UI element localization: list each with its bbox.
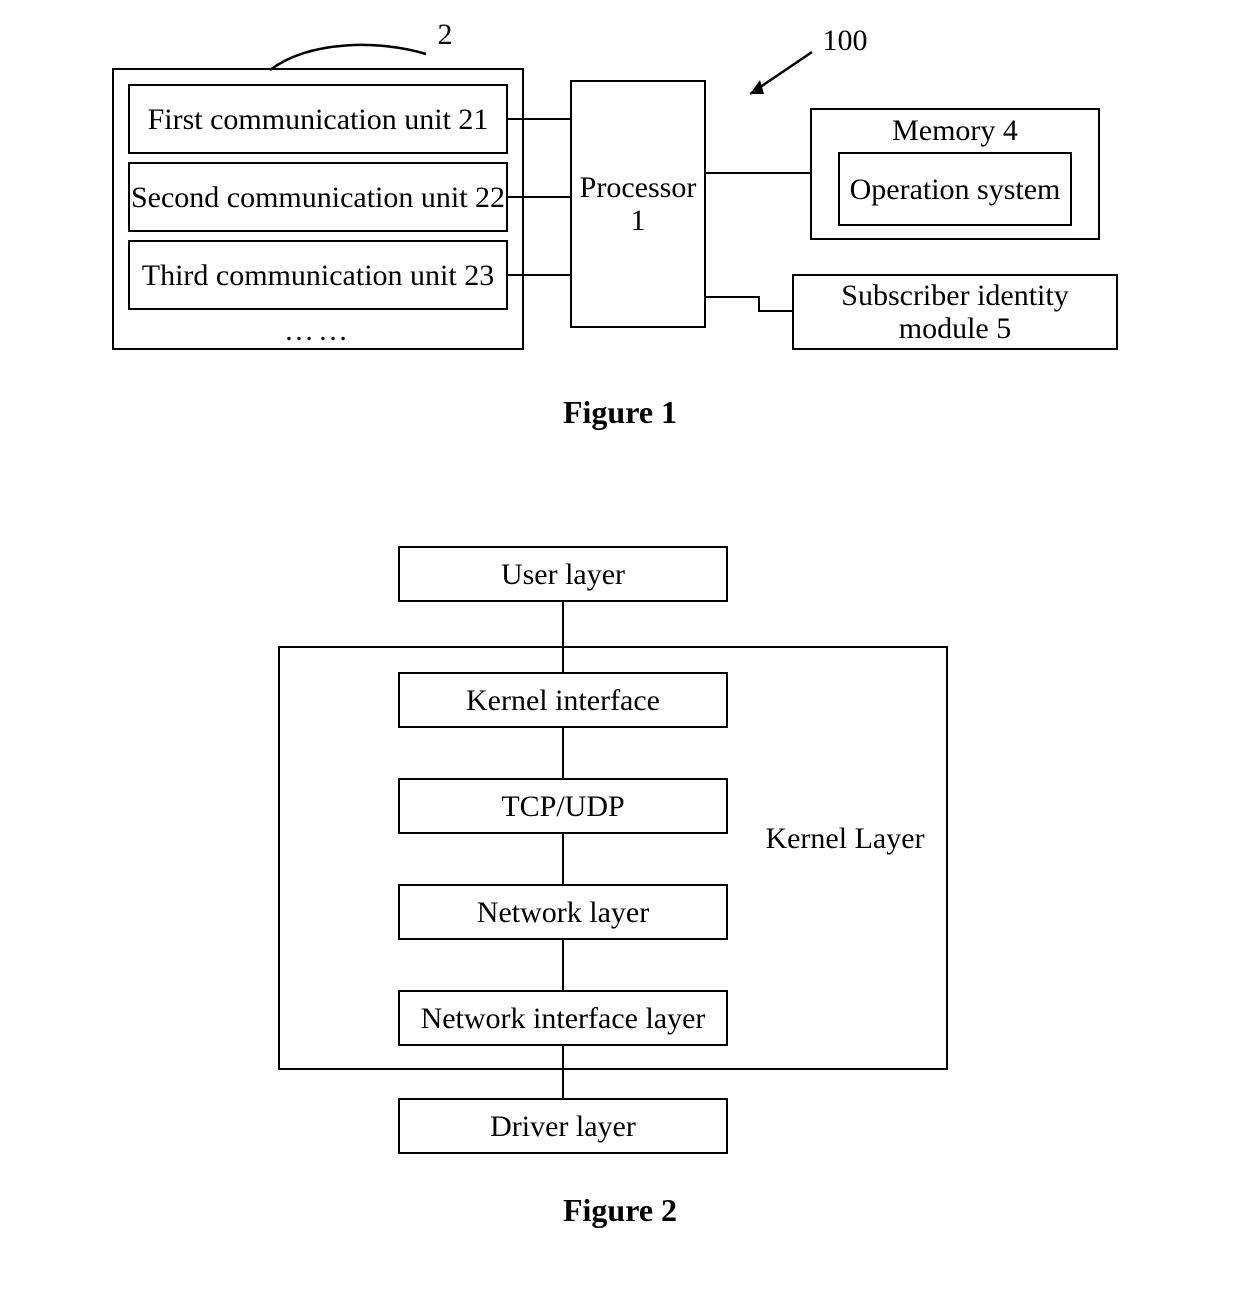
comm-units-more: …… (128, 314, 508, 347)
conn-proc-mem (706, 172, 810, 174)
network-layer-box: Network layer (398, 884, 728, 940)
tcp-udp-label: TCP/UDP (501, 790, 624, 823)
leader-cu-curve (270, 36, 430, 78)
conn-cu2-proc (508, 196, 570, 198)
tcp-udp-box: TCP/UDP (398, 778, 728, 834)
ref-sys-label: 100 (810, 24, 880, 57)
conn-proc-sim-h1 (706, 296, 760, 298)
operation-system-label: Operation system (850, 173, 1061, 206)
conn-cu3-proc (508, 274, 570, 276)
sim-label: Subscriber identity module 5 (794, 279, 1116, 345)
nil-box: Network interface layer (398, 990, 728, 1046)
conn-tcp-net (562, 834, 564, 884)
operation-system-box: Operation system (838, 152, 1072, 226)
memory-title: Memory 4 (810, 114, 1100, 147)
nil-label: Network interface layer (421, 1002, 706, 1035)
processor-box: Processor 1 (570, 80, 706, 328)
driver-layer-box: Driver layer (398, 1098, 728, 1154)
ref-cu-label: 2 (430, 18, 460, 51)
driver-layer-label: Driver layer (490, 1110, 636, 1143)
second-comm-unit-box: Second communication unit 22 (128, 162, 508, 232)
first-comm-unit-box: First communication unit 21 (128, 84, 508, 154)
leader-sys-arrow (730, 46, 820, 106)
kernel-container-label: Kernel Layer (760, 820, 930, 858)
third-comm-unit-box: Third communication unit 23 (128, 240, 508, 310)
fig1-caption: Figure 1 (0, 394, 1240, 431)
fig2-caption: Figure 2 (0, 1192, 1240, 1229)
conn-proc-sim-h2 (758, 310, 792, 312)
conn-net-nil (562, 940, 564, 990)
sim-box: Subscriber identity module 5 (792, 274, 1118, 350)
conn-cu1-proc (508, 118, 570, 120)
conn-nil-driver (562, 1046, 564, 1098)
first-comm-unit-label: First communication unit 21 (148, 103, 489, 136)
user-layer-box: User layer (398, 546, 728, 602)
third-comm-unit-label: Third communication unit 23 (142, 259, 494, 292)
kernel-interface-box: Kernel interface (398, 672, 728, 728)
kernel-interface-label: Kernel interface (466, 684, 660, 717)
network-layer-label: Network layer (477, 896, 649, 929)
conn-user-ki (562, 602, 564, 672)
second-comm-unit-label: Second communication unit 22 (131, 181, 505, 214)
processor-label: Processor 1 (572, 171, 704, 237)
user-layer-label: User layer (501, 558, 625, 591)
conn-ki-tcp (562, 728, 564, 778)
page-root: First communication unit 21 Second commu… (0, 0, 1240, 1308)
